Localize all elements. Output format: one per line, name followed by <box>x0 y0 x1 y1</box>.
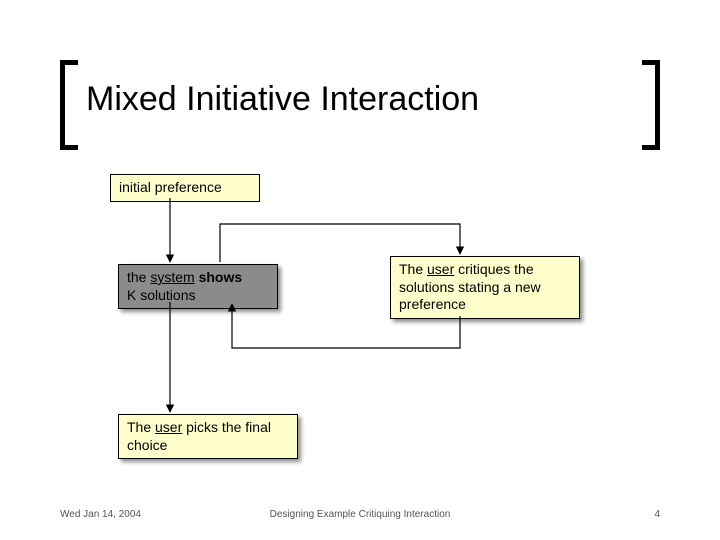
box-initial-preference: initial preference <box>110 174 260 202</box>
t: critiques the <box>454 261 533 277</box>
box-user-critiques: The user critiques the solutions stating… <box>390 256 580 319</box>
t: The <box>127 419 155 435</box>
t-u: system <box>150 269 194 285</box>
t: picks the final <box>182 419 271 435</box>
t: The <box>399 261 427 277</box>
box-system-line2: K solutions <box>127 287 269 305</box>
box-initial-text: initial preference <box>119 179 222 195</box>
box-final-line1: The user picks the final <box>127 419 289 437</box>
t-b: shows <box>195 269 242 285</box>
title-bracket-left <box>60 60 78 150</box>
t-u: user <box>155 419 182 435</box>
box-system-shows: the system shows K solutions <box>118 264 278 309</box>
footer-page: 4 <box>654 509 660 520</box>
slide-title: Mixed Initiative Interaction <box>86 80 479 119</box>
box-system-line1: the system shows <box>127 269 269 287</box>
t-u: user <box>427 261 454 277</box>
footer-center: Designing Example Critiquing Interaction <box>0 509 720 520</box>
box-critique-line3: preference <box>399 296 571 314</box>
box-critique-line2: solutions stating a new <box>399 279 571 297</box>
t: the <box>127 269 150 285</box>
title-bracket-right <box>642 60 660 150</box>
slide: Mixed Initiative Interaction initial pre… <box>0 0 720 540</box>
box-critique-line1: The user critiques the <box>399 261 571 279</box>
box-final-line2: choice <box>127 437 289 455</box>
box-user-final: The user picks the final choice <box>118 414 298 459</box>
